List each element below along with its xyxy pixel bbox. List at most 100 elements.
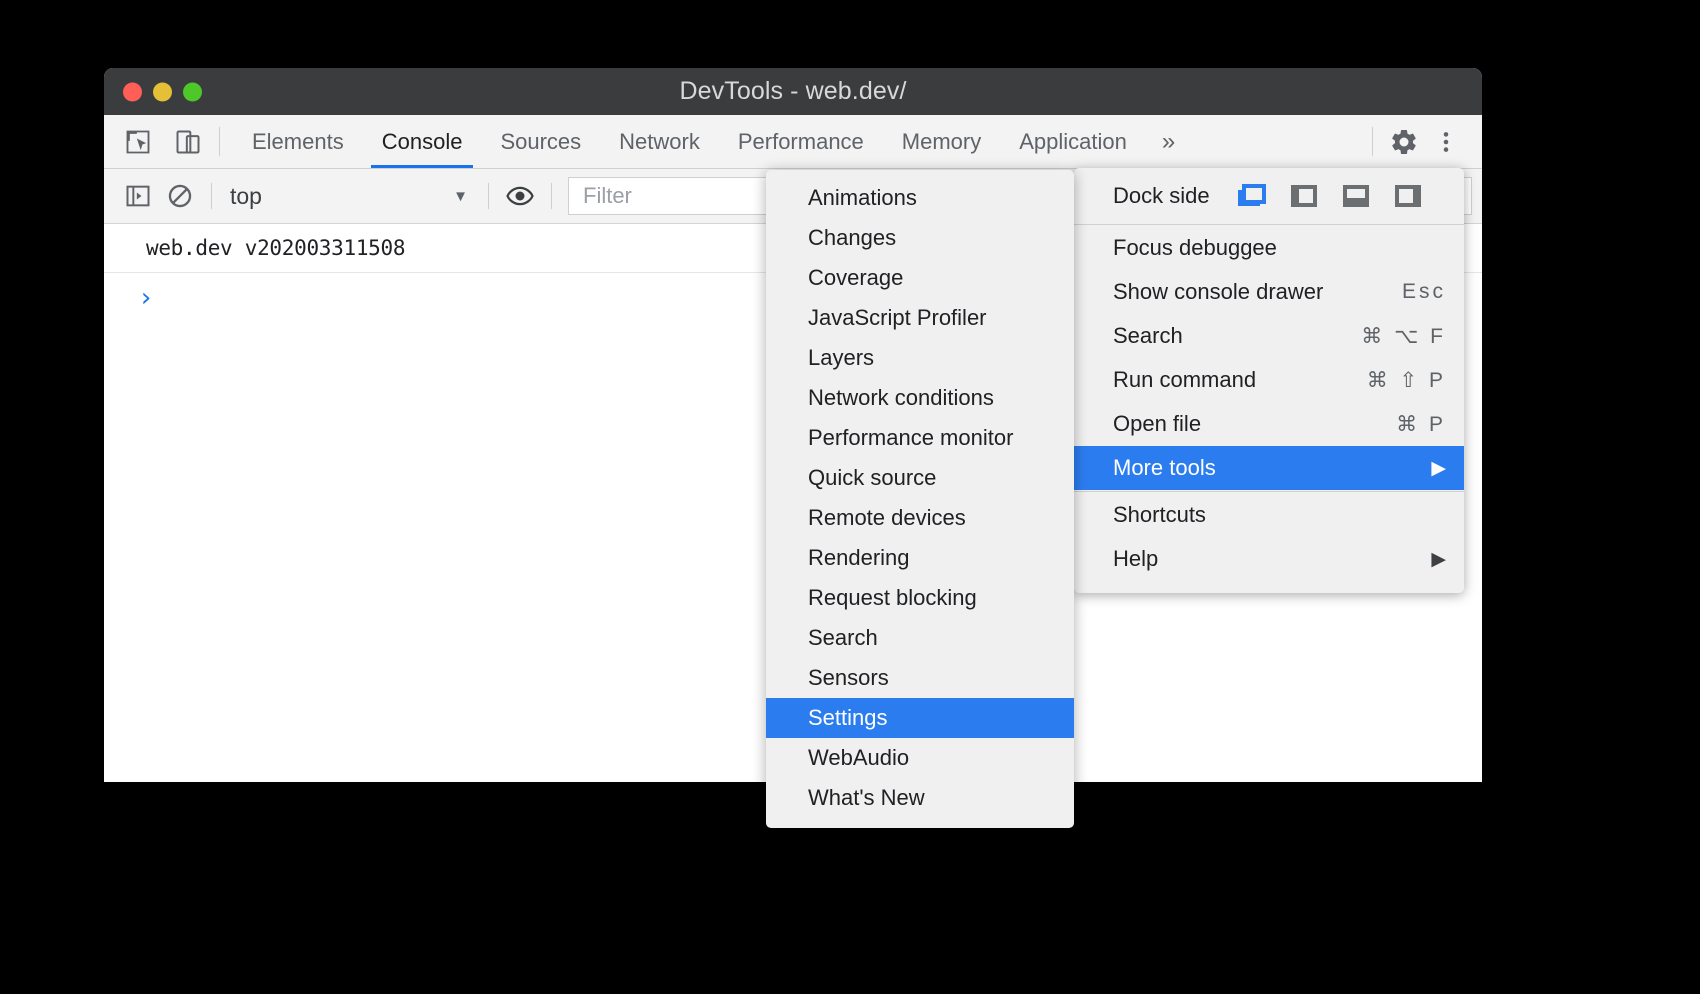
submenu-item-performance-monitor[interactable]: Performance monitor [766,418,1074,458]
menu-item-label: Run command [1113,367,1256,393]
console-filter-placeholder: Filter [583,183,632,209]
clear-console-icon[interactable] [159,175,201,217]
submenu-item-label: Layers [808,345,874,371]
tabstrip-divider [219,127,220,156]
submenu-arrow-icon: ▶ [1431,550,1446,569]
submenu-item-label: Animations [808,185,917,211]
submenu-item-label: Changes [808,225,896,251]
submenu-item-sensors[interactable]: Sensors [766,658,1074,698]
submenu-item-label: Remote devices [808,505,966,531]
menu-item-search[interactable]: Search ⌘ ⌥ F [1074,314,1464,358]
submenu-item-label: Request blocking [808,585,977,611]
more-tools-submenu: Animations Changes Coverage JavaScript P… [766,170,1074,828]
menu-item-label: Show console drawer [1113,279,1323,305]
tab-label: Console [382,129,463,155]
window-titlebar: DevTools - web.dev/ [104,68,1482,115]
submenu-item-rendering[interactable]: Rendering [766,538,1074,578]
window-title: DevTools - web.dev/ [104,77,1482,106]
menu-item-show-console-drawer[interactable]: Show console drawer Esc [1074,270,1464,314]
panel-tabs: Elements Console Sources Network Perform… [233,115,1359,168]
tab-application[interactable]: Application [1000,115,1146,168]
execution-context-value: top [230,183,262,210]
devtools-tabstrip: Elements Console Sources Network Perform… [104,115,1482,169]
dock-to-bottom-icon[interactable] [1340,180,1372,212]
console-toolbar-divider-1 [211,183,212,209]
main-menu-kebab-icon[interactable] [1428,124,1464,160]
menu-item-shortcut: Esc [1402,280,1446,304]
menu-item-focus-debuggee[interactable]: Focus debuggee [1074,226,1464,270]
menu-item-shortcuts[interactable]: Shortcuts [1074,493,1464,537]
submenu-item-settings[interactable]: Settings [766,698,1074,738]
chevron-down-icon: ▼ [453,188,468,205]
tab-console[interactable]: Console [363,115,482,168]
submenu-item-quick-source[interactable]: Quick source [766,458,1074,498]
menu-item-open-file[interactable]: Open file ⌘ P [1074,402,1464,446]
tab-performance[interactable]: Performance [719,115,883,168]
submenu-item-changes[interactable]: Changes [766,218,1074,258]
submenu-item-label: WebAudio [808,745,909,771]
menu-item-label: Search [1113,323,1183,349]
dock-to-left-icon[interactable] [1288,180,1320,212]
more-tabs-label: » [1162,128,1175,156]
menu-item-more-tools[interactable]: More tools ▶ [1074,446,1464,490]
menu-item-help[interactable]: Help ▶ [1074,537,1464,581]
tab-label: Sources [500,129,581,155]
tabstrip-left-icons [104,115,206,168]
settings-gear-icon[interactable] [1386,124,1422,160]
submenu-item-label: Network conditions [808,385,994,411]
submenu-item-label: Coverage [808,265,903,291]
dock-side-label: Dock side [1113,183,1210,209]
menu-item-shortcut: ⌘ ⇧ P [1367,368,1446,393]
execution-context-selector[interactable]: top ▼ [222,183,478,210]
submenu-item-label: Performance monitor [808,425,1013,451]
submenu-item-label: Search [808,625,878,651]
submenu-item-coverage[interactable]: Coverage [766,258,1074,298]
menu-item-shortcut: ⌘ P [1396,412,1446,437]
submenu-item-label: Sensors [808,665,889,691]
maximize-window-button[interactable] [183,82,202,101]
undock-into-separate-window-icon[interactable] [1236,180,1268,212]
dock-to-right-icon[interactable] [1392,180,1424,212]
submenu-item-label: Settings [808,705,888,731]
tabstrip-right-divider [1372,127,1373,156]
console-toolbar-divider-3 [551,183,552,209]
submenu-item-whats-new[interactable]: What's New [766,778,1074,818]
tab-sources[interactable]: Sources [481,115,600,168]
submenu-item-network-conditions[interactable]: Network conditions [766,378,1074,418]
menu-item-label: More tools [1113,455,1216,481]
more-tabs-chevron-icon[interactable]: » [1146,115,1191,168]
submenu-item-request-blocking[interactable]: Request blocking [766,578,1074,618]
submenu-item-javascript-profiler[interactable]: JavaScript Profiler [766,298,1074,338]
console-sidebar-icon[interactable] [117,175,159,217]
submenu-item-remote-devices[interactable]: Remote devices [766,498,1074,538]
submenu-item-layers[interactable]: Layers [766,338,1074,378]
submenu-item-label: What's New [808,785,925,811]
tab-label: Performance [738,129,864,155]
submenu-item-label: Rendering [808,545,910,571]
submenu-item-search[interactable]: Search [766,618,1074,658]
menu-item-shortcut: ⌘ ⌥ F [1361,324,1446,349]
submenu-item-webaudio[interactable]: WebAudio [766,738,1074,778]
device-toolbar-icon[interactable] [170,124,206,160]
dock-side-row: Dock side [1074,168,1464,223]
minimize-window-button[interactable] [153,82,172,101]
inspect-element-icon[interactable] [120,124,156,160]
submenu-item-animations[interactable]: Animations [766,178,1074,218]
eye-icon[interactable] [499,175,541,217]
tab-label: Memory [902,129,981,155]
tab-network[interactable]: Network [600,115,719,168]
submenu-item-label: Quick source [808,465,936,491]
submenu-arrow-icon: ▶ [1431,459,1446,478]
menu-item-label: Help [1113,546,1158,572]
tabstrip-right-icons [1386,115,1482,168]
menu-item-label: Focus debuggee [1113,235,1277,261]
tab-elements[interactable]: Elements [233,115,363,168]
menu-separator-1 [1074,224,1464,225]
close-window-button[interactable] [123,82,142,101]
dock-side-options [1236,180,1424,212]
menu-item-run-command[interactable]: Run command ⌘ ⇧ P [1074,358,1464,402]
menu-item-label: Shortcuts [1113,502,1206,528]
screenshot-root: DevTools - web.dev/ [0,0,1700,994]
main-menu-popup: Dock side [1074,168,1464,593]
tab-memory[interactable]: Memory [883,115,1000,168]
